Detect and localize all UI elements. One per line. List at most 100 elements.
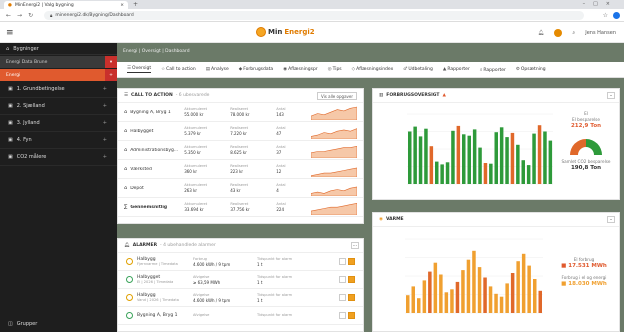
- hamburger-menu-icon[interactable]: ≡: [6, 28, 14, 38]
- cta-row[interactable]: ⌂ Administrationsbyg... Akkumuleret 5.350 k…: [118, 141, 363, 160]
- chart-bar: [521, 160, 525, 184]
- alarm-edit-button[interactable]: [339, 276, 346, 283]
- chart-bar: [543, 131, 547, 184]
- cta-realized-value: 223 kr: [230, 169, 244, 174]
- star-icon[interactable]: ☆: [603, 12, 608, 19]
- alarm-row[interactable]: Halbygget El | 2026 | Timedata Afvigelse ≥ …: [118, 271, 363, 289]
- alarm-edit-button[interactable]: [339, 294, 346, 301]
- chart-bar: [532, 133, 536, 184]
- cta-realized: Realiseret 43 kr: [230, 183, 276, 193]
- cta-row[interactable]: ⌂ Halbygget Akkumuleret 5.379 kr Realiseret 7…: [118, 122, 363, 141]
- close-tab-icon[interactable]: ×: [120, 3, 124, 8]
- sidebar-item-4[interactable]: ▣ 4. Fyn +: [0, 132, 117, 149]
- app-logo[interactable]: Min Energi2: [256, 27, 315, 37]
- tab-10[interactable]: ⌕Rapporter: [480, 67, 506, 73]
- breadcrumb: Energi | Oversigt | Dashboard: [123, 49, 190, 54]
- alarm-acknowledge-button[interactable]: [348, 276, 355, 283]
- user-avatar[interactable]: [554, 29, 563, 37]
- new-tab-icon[interactable]: +: [133, 1, 138, 8]
- alarm-row[interactable]: Halbygg Fjernvarme | Timedata Forbrug 4.600…: [118, 253, 363, 271]
- alarm-deviation: Afvigelse 4.600 kWh / 9 tpm: [193, 293, 257, 303]
- cta-row[interactable]: ⌂ Værksted Akkumuleret 360 kr Realiseret 223 …: [118, 160, 363, 179]
- browser-tab[interactable]: ● MinEnergi2 | Valg bygning ×: [4, 1, 128, 9]
- tab-label: Udbetaling: [408, 67, 433, 72]
- chart-bar: [499, 296, 504, 313]
- reload-icon[interactable]: ↻: [28, 12, 33, 19]
- alarm-time: Tidspunkt for alarm 1 t: [257, 257, 321, 267]
- expand-icon[interactable]: +: [103, 120, 107, 126]
- alarm-acknowledge-button[interactable]: [348, 294, 355, 301]
- chart-bar: [472, 250, 476, 313]
- chevron-down-icon[interactable]: ▾: [105, 56, 117, 68]
- alarm-edit-button[interactable]: [339, 258, 346, 265]
- tab-8[interactable]: ♂Udbetaling: [403, 67, 433, 72]
- alarm-edit-button[interactable]: [339, 312, 346, 319]
- folder-icon: ▣: [8, 154, 13, 160]
- logo-prefix: Min: [268, 28, 283, 36]
- card-menu-icon[interactable]: –: [607, 216, 615, 223]
- tab-4[interactable]: ◆Forbrugsdata: [239, 67, 273, 72]
- url-text: minenergi2.dk/Bygning/Dashboard: [55, 13, 134, 18]
- sidebar-item-3[interactable]: ▣ 3. Jylland +: [0, 115, 117, 132]
- cta-realized: Realiseret 223 kr: [230, 164, 276, 174]
- add-icon[interactable]: +: [105, 69, 117, 81]
- tab-icon: ◆: [238, 67, 243, 72]
- card-menu-icon[interactable]: ⋯: [351, 242, 359, 249]
- tab-9[interactable]: ▲Rapporter: [443, 67, 470, 72]
- sidebar-item-1[interactable]: ▣ 1. Grundbetingelse +: [0, 81, 117, 98]
- tab-2[interactable]: ☆Call to action: [161, 67, 196, 72]
- sidebar-active-item[interactable]: Energi +: [0, 69, 117, 81]
- notification-bell-icon[interactable]: 🔔︎: [538, 30, 544, 36]
- cta-realized-value: 78.000 kr: [230, 112, 250, 117]
- cta-row[interactable]: ⌂ Bygning A, Bryg 1 Akkumuleret 55.000 kr Re…: [118, 103, 363, 122]
- user-name[interactable]: Jens Hansen: [585, 30, 616, 36]
- chart-bar: [413, 126, 417, 184]
- expand-icon[interactable]: +: [103, 154, 107, 160]
- cta-row[interactable]: ⌂ Depot Akkumuleret 263 kr Realiseret 43 kr An…: [118, 179, 363, 198]
- sidebar-select[interactable]: Energi Data Brune ▾: [0, 56, 117, 68]
- tab-1[interactable]: ☰Oversigt: [127, 66, 152, 73]
- alarm-actions: [339, 294, 355, 301]
- back-icon[interactable]: ←: [6, 12, 11, 19]
- alarm-row[interactable]: Halbygg Vand | 2026 | Timedata Afvigelse 4.…: [118, 289, 363, 307]
- sidebar: ⌂ Bygninger Energi Data Brune ▾ Energi +…: [0, 43, 117, 332]
- expand-icon[interactable]: +: [103, 137, 107, 143]
- profile-avatar[interactable]: [613, 12, 620, 19]
- alarm-row[interactable]: Bygning A, Bryg 1 Afvigelse Tidspunkt for …: [118, 307, 363, 325]
- card-menu-icon[interactable]: –: [607, 92, 615, 99]
- show-all-tasks-button[interactable]: Vis alle opgaver: [317, 92, 357, 100]
- sidebar-item-5[interactable]: ▣ CO2 målere +: [0, 149, 117, 166]
- sidebar-title-label: Bygninger: [13, 45, 39, 52]
- chart-bar: [417, 298, 421, 313]
- groups-icon: ◫: [8, 321, 13, 327]
- alarm-acknowledge-button[interactable]: [348, 258, 355, 265]
- expand-icon[interactable]: +: [103, 103, 107, 109]
- forward-icon[interactable]: →: [17, 12, 22, 19]
- cta-row[interactable]: ∑ Gennemsnitlig Akkumuleret 33.694 kr Realis…: [118, 198, 363, 217]
- alarm-actions: [339, 258, 355, 265]
- sidebar-item-label: 2. Sjælland: [16, 103, 45, 109]
- alarm-deviation: Afvigelse ≥ 63,59 MWh: [193, 275, 257, 285]
- alarm-status-icon: [126, 258, 133, 265]
- tab-7[interactable]: ◇Aflæsningsindex: [352, 67, 394, 72]
- chart-bar: [435, 161, 439, 184]
- donut-orange-segment: [570, 139, 586, 155]
- tab-6[interactable]: ◎Tips: [328, 67, 342, 72]
- chart-bar: [408, 131, 412, 184]
- expand-icon[interactable]: +: [103, 86, 107, 92]
- chart-bar: [466, 259, 471, 313]
- alarm-time: Tidspunkt for alarm: [257, 313, 321, 318]
- cta-accumulated-value: 5.350 kr: [184, 150, 201, 155]
- cta-realized: Realiseret 78.000 kr: [230, 107, 276, 117]
- search-icon[interactable]: ⌕: [572, 30, 575, 36]
- sidebar-item-2[interactable]: ▣ 2. Sjælland +: [0, 98, 117, 115]
- chart-bar: [526, 165, 531, 184]
- tab-5[interactable]: ◉Aflæsningspr: [283, 67, 317, 72]
- alarm-acknowledge-button[interactable]: [348, 312, 355, 319]
- tab-3[interactable]: ▤Analyse: [206, 67, 229, 72]
- sidebar-title[interactable]: ⌂ Bygninger: [0, 43, 117, 55]
- tab-11[interactable]: ⚙Opsætning: [516, 67, 546, 72]
- window-controls[interactable]: –□×: [583, 1, 618, 7]
- url-field[interactable]: 🔒︎ minenergi2.dk/Bygning/Dashboard: [44, 11, 584, 20]
- sidebar-groups[interactable]: ◫ Grupper: [8, 321, 37, 327]
